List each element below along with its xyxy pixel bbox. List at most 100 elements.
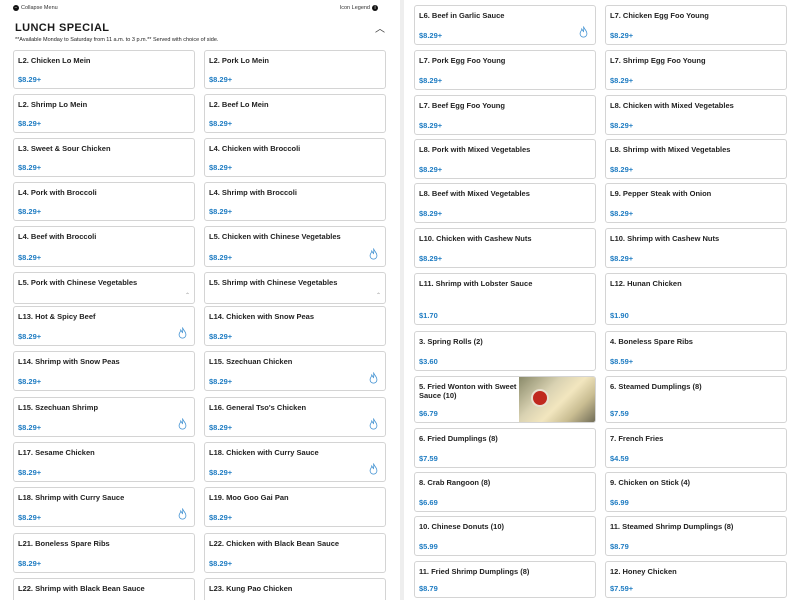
- menu-item-name: 4. Boneless Spare Ribs: [610, 337, 693, 346]
- menu-item-card[interactable]: L5. Chicken with Chinese Vegetables $8.29…: [204, 226, 386, 267]
- menu-item-card[interactable]: 10. Chinese Donuts (10) $5.99: [414, 516, 596, 556]
- menu-item-card[interactable]: L10. Shrimp with Cashew Nuts $8.29+: [605, 228, 787, 268]
- menu-item-name: 11. Steamed Shrimp Dumplings (8): [610, 522, 734, 531]
- menu-item-card[interactable]: L9. Pepper Steak with Onion $8.29+: [605, 183, 787, 223]
- menu-item-card[interactable]: 4. Boneless Spare Ribs $8.59+: [605, 331, 787, 371]
- menu-item-name: L8. Pork with Mixed Vegetables: [419, 145, 531, 154]
- menu-item-price: $8.29+: [209, 119, 233, 128]
- menu-item-card[interactable]: L14. Chicken with Snow Peas $8.29+: [204, 306, 386, 346]
- menu-item-name: L18. Shrimp with Curry Sauce: [18, 493, 125, 502]
- menu-item-card[interactable]: L8. Beef with Mixed Vegetables $8.29+: [414, 183, 596, 223]
- menu-item-card[interactable]: L11. Shrimp with Lobster Sauce $1.70: [414, 273, 596, 325]
- menu-item-card[interactable]: L5. Pork with Chinese Vegetables ⌃: [13, 272, 195, 304]
- menu-item-card[interactable]: L2. Shrimp Lo Mein $8.29+: [13, 94, 195, 133]
- menu-toolbar: − Collapse Menu Icon Legend i: [10, 5, 380, 15]
- menu-item-card[interactable]: L2. Pork Lo Mein $8.29+: [204, 50, 386, 89]
- menu-item-card[interactable]: L15. Szechuan Chicken $8.29+: [204, 351, 386, 391]
- menu-item-card[interactable]: 12. Honey Chicken $7.59+: [605, 561, 787, 598]
- menu-item-card[interactable]: L19. Moo Goo Gai Pan $8.29+: [204, 487, 386, 527]
- menu-item-name: L13. Hot & Spicy Beef: [18, 312, 96, 321]
- menu-item-price: $8.29+: [610, 31, 634, 40]
- menu-item-price: $4.59: [610, 454, 629, 463]
- right-menu-panel: L6. Beef in Garlic Sauce $8.29+ L7. Chick…: [404, 0, 800, 600]
- menu-item-name: L4. Chicken with Broccoli: [209, 144, 301, 153]
- menu-item-card[interactable]: L4. Shrimp with Broccoli $8.29+: [204, 182, 386, 221]
- menu-item-card[interactable]: L4. Pork with Broccoli $8.29+: [13, 182, 195, 221]
- menu-item-card[interactable]: 5. Fried Wonton with Sweet Sauce (10) $6.…: [414, 376, 596, 423]
- menu-item-card[interactable]: L13. Hot & Spicy Beef $8.29+: [13, 306, 195, 346]
- menu-item-card[interactable]: L2. Beef Lo Mein $8.29+: [204, 94, 386, 133]
- menu-item-name: 9. Chicken on Stick (4): [610, 478, 691, 487]
- menu-item-card[interactable]: L18. Shrimp with Curry Sauce $8.29+: [13, 487, 195, 527]
- menu-item-price: $6.99: [610, 498, 629, 507]
- menu-item-card[interactable]: L8. Shrimp with Mixed Vegetables $8.29+: [605, 139, 787, 179]
- menu-item-card[interactable]: L2. Chicken Lo Mein $8.29+: [13, 50, 195, 89]
- menu-item-name: 12. Honey Chicken: [610, 567, 677, 576]
- icon-legend-label: Icon Legend: [339, 5, 370, 11]
- menu-item-price: $8.29+: [18, 423, 42, 432]
- menu-item-card[interactable]: 8. Crab Rangoon (8) $6.69: [414, 472, 596, 512]
- chevron-up-icon[interactable]: ︿: [375, 20, 385, 35]
- menu-item-card[interactable]: L15. Szechuan Shrimp $8.29+: [13, 397, 195, 437]
- section-subtitle: **Available Monday to Saturday from 11 a…: [15, 37, 219, 43]
- menu-item-card[interactable]: L4. Chicken with Broccoli $8.29+: [204, 138, 386, 177]
- menu-item-price: $6.79: [419, 409, 438, 418]
- menu-item-card[interactable]: L16. General Tso's Chicken $8.29+: [204, 397, 386, 437]
- menu-item-card[interactable]: L4. Beef with Broccoli $8.29+: [13, 226, 195, 267]
- menu-item-price: $8.29+: [610, 254, 634, 263]
- menu-item-card[interactable]: L5. Shrimp with Chinese Vegetables ⌃: [204, 272, 386, 304]
- menu-item-name: L15. Szechuan Shrimp: [18, 403, 99, 412]
- menu-item-price: $8.29+: [209, 559, 233, 568]
- menu-item-name: L6. Beef in Garlic Sauce: [419, 11, 505, 20]
- menu-item-card[interactable]: L22. Shrimp with Black Bean Sauce: [13, 578, 195, 600]
- menu-item-name: L2. Chicken Lo Mein: [18, 56, 91, 65]
- menu-item-name: L4. Beef with Broccoli: [18, 232, 97, 241]
- menu-item-name: L5. Chicken with Chinese Vegetables: [209, 232, 341, 241]
- menu-item-card[interactable]: L8. Pork with Mixed Vegetables $8.29+: [414, 139, 596, 179]
- menu-item-card[interactable]: L17. Sesame Chicken $8.29+: [13, 442, 195, 482]
- icon-legend-button[interactable]: Icon Legend i: [340, 5, 378, 11]
- menu-item-card[interactable]: L12. Hunan Chicken $1.90: [605, 273, 787, 325]
- menu-item-name: L7. Shrimp Egg Foo Young: [610, 56, 706, 65]
- menu-item-card[interactable]: 6. Steamed Dumplings (8) $7.59: [605, 376, 787, 423]
- menu-item-card[interactable]: L7. Pork Egg Foo Young $8.29+: [414, 50, 596, 90]
- menu-item-card[interactable]: L7. Beef Egg Foo Young $8.29+: [414, 95, 596, 135]
- menu-item-card[interactable]: L14. Shrimp with Snow Peas $8.29+: [13, 351, 195, 391]
- menu-item-name: L7. Beef Egg Foo Young: [419, 101, 505, 110]
- info-icon: i: [372, 5, 378, 11]
- spicy-flame-icon: [178, 418, 187, 430]
- menu-item-name: L4. Pork with Broccoli: [18, 188, 97, 197]
- menu-item-price: $7.59+: [610, 584, 634, 593]
- menu-item-card[interactable]: L21. Boneless Spare Ribs $8.29+: [13, 533, 195, 573]
- menu-item-card[interactable]: 11. Fried Shrimp Dumplings (8) $8.79: [414, 561, 596, 598]
- menu-item-card[interactable]: L10. Chicken with Cashew Nuts $8.29+: [414, 228, 596, 268]
- menu-item-card[interactable]: L6. Beef in Garlic Sauce $8.29+: [414, 5, 596, 45]
- menu-item-name: 3. Spring Rolls (2): [419, 337, 483, 346]
- menu-item-name: L18. Chicken with Curry Sauce: [209, 448, 319, 457]
- menu-item-card[interactable]: L7. Shrimp Egg Foo Young $8.29+: [605, 50, 787, 90]
- menu-item-card[interactable]: L18. Chicken with Curry Sauce $8.29+: [204, 442, 386, 482]
- spicy-flame-icon: [369, 248, 378, 260]
- menu-item-name: L10. Shrimp with Cashew Nuts: [610, 234, 720, 243]
- menu-item-card[interactable]: L3. Sweet & Sour Chicken $8.29+: [13, 138, 195, 177]
- menu-item-price: $8.29+: [209, 423, 233, 432]
- menu-item-card[interactable]: L7. Chicken Egg Foo Young $8.29+: [605, 5, 787, 45]
- menu-item-price: $8.29+: [209, 253, 233, 262]
- menu-item-card[interactable]: 7. French Fries $4.59: [605, 428, 787, 468]
- menu-item-card[interactable]: L8. Chicken with Mixed Vegetables $8.29+: [605, 95, 787, 135]
- menu-item-card[interactable]: 11. Steamed Shrimp Dumplings (8) $8.79: [605, 516, 787, 556]
- menu-item-card[interactable]: L23. Kung Pao Chicken: [204, 578, 386, 600]
- menu-item-price: $8.29+: [18, 377, 42, 386]
- spicy-flame-icon: [369, 418, 378, 430]
- left-menu-panel: − Collapse Menu Icon Legend i LUNCH SPEC…: [0, 0, 400, 600]
- menu-item-card[interactable]: 6. Fried Dumplings (8) $7.59: [414, 428, 596, 468]
- menu-item-card[interactable]: L22. Chicken with Black Bean Sauce $8.29+: [204, 533, 386, 573]
- menu-item-card[interactable]: 9. Chicken on Stick (4) $6.99: [605, 472, 787, 512]
- menu-item-card[interactable]: 3. Spring Rolls (2) $3.60: [414, 331, 596, 371]
- collapse-menu-button[interactable]: − Collapse Menu: [13, 5, 58, 11]
- menu-item-name: L15. Szechuan Chicken: [209, 357, 293, 366]
- minus-circle-icon: −: [13, 5, 19, 11]
- menu-item-price: $8.29+: [209, 513, 233, 522]
- menu-item-price: $8.29+: [209, 75, 233, 84]
- menu-item-name: L23. Kung Pao Chicken: [209, 584, 293, 593]
